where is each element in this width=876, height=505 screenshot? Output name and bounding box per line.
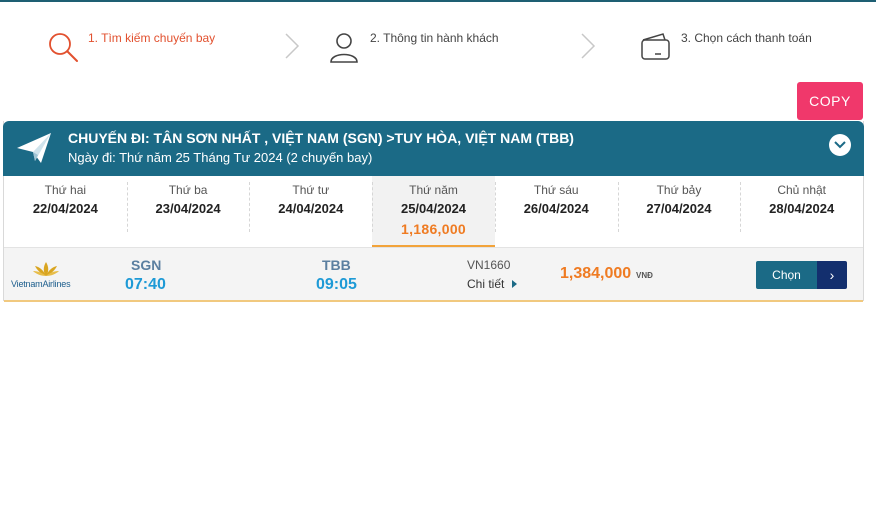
date-tab[interactable]: Thứ ba 23/04/2024 (126, 176, 250, 247)
step-payment[interactable]: 3. Chọn cách thanh toán (639, 22, 812, 70)
paper-plane-icon (15, 131, 53, 165)
date-tab-date: 22/04/2024 (32, 201, 98, 216)
arrival-time: 09:05 (316, 276, 357, 293)
date-tab-date: 26/04/2024 (523, 201, 589, 216)
date-tab[interactable]: Thứ hai 22/04/2024 (4, 176, 127, 247)
departure-time: 07:40 (125, 276, 166, 293)
chevron-right-icon: › (817, 261, 847, 289)
collapse-button[interactable] (829, 134, 851, 156)
date-tab-weekday: Thứ bảy (656, 183, 702, 197)
airline-logo-text: VietnamAirlines (11, 279, 71, 289)
date-tab-weekday: Thứ năm (409, 183, 458, 197)
fare-price: 1,384,000 (560, 265, 632, 282)
date-tab-date: 27/04/2024 (646, 201, 712, 216)
route-date: Ngày đi: Thứ năm 25 Tháng Tư 2024 (2 chu… (68, 150, 373, 165)
flight-row: VietnamAirlines SGN 07:40 TBB 09:05 VN16… (4, 248, 863, 302)
flight-detail-link[interactable]: Chi tiết (467, 277, 518, 291)
date-tab-weekday: Thứ tư (292, 183, 330, 197)
destination-code: TBB (322, 257, 351, 273)
date-tab-weekday: Chủ nhật (777, 183, 827, 197)
date-tab-date: 28/04/2024 (769, 201, 835, 216)
date-tab-date: 23/04/2024 (155, 201, 221, 216)
date-tab[interactable]: Thứ bảy 27/04/2024 (617, 176, 741, 247)
top-rule (0, 0, 876, 2)
date-tab-weekday: Thứ hai (44, 183, 87, 197)
wallet-icon (639, 30, 673, 64)
date-tabs: Thứ hai 22/04/2024 Thứ ba 23/04/2024 Thứ… (4, 176, 863, 248)
chevron-down-icon (834, 141, 846, 149)
caret-right-icon (512, 280, 518, 288)
user-icon (328, 30, 362, 64)
flight-number: VN1660 (467, 258, 511, 272)
date-tab-weekday: Thứ sáu (533, 183, 579, 197)
step-label: 1. Tìm kiếm chuyến bay (88, 31, 216, 45)
search-icon (46, 30, 80, 64)
date-tab[interactable]: Thứ tư 24/04/2024 (249, 176, 372, 247)
lotus-icon (33, 262, 59, 276)
date-tab-date: 25/04/2024 (400, 201, 467, 216)
chevron-right-icon (581, 33, 596, 59)
booking-steps: 1. Tìm kiếm chuyến bay 2. Thông tin hành… (0, 22, 876, 70)
step-label: 2. Thông tin hành khách (370, 31, 499, 45)
date-tab-lowest-price: 1,186,000 (401, 221, 466, 237)
flight-detail-label: Chi tiết (467, 277, 505, 291)
date-tab[interactable]: Thứ sáu 26/04/2024 (494, 176, 618, 247)
choose-flight-button[interactable]: Chọn › (756, 261, 847, 289)
route-title: CHUYẾN ĐI: TÂN SƠN NHẤT , VIỆT NAM (SGN)… (68, 130, 574, 146)
origin-code: SGN (131, 257, 162, 273)
step-search[interactable]: 1. Tìm kiếm chuyến bay (46, 22, 215, 70)
date-tab[interactable]: Chủ nhật 28/04/2024 (740, 176, 863, 247)
date-tab-weekday: Thứ ba (168, 183, 208, 197)
date-tab-selected[interactable]: Thứ năm 25/04/2024 1,186,000 (372, 176, 495, 247)
chevron-right-icon (285, 33, 300, 59)
copy-button[interactable]: COPY (797, 82, 863, 120)
date-tab-date: 24/04/2024 (278, 201, 344, 216)
step-passenger[interactable]: 2. Thông tin hành khách (328, 22, 499, 70)
route-header: CHUYẾN ĐI: TÂN SƠN NHẤT , VIỆT NAM (SGN)… (3, 121, 864, 176)
choose-button-label: Chọn (756, 261, 817, 289)
airline-logo: VietnamAirlines (11, 261, 81, 291)
step-label: 3. Chọn cách thanh toán (681, 31, 812, 45)
fare-currency: VNĐ (636, 271, 653, 280)
